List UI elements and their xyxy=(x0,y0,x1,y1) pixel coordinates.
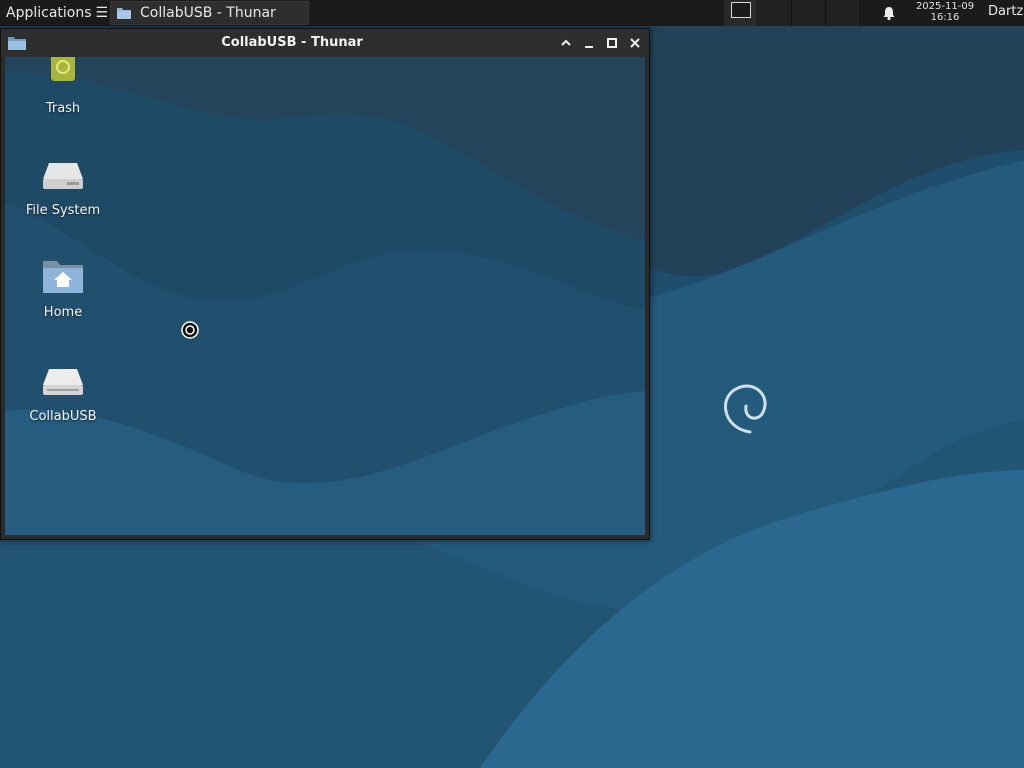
desktop-item-label: File System xyxy=(25,203,101,218)
workspace-4[interactable] xyxy=(826,0,860,26)
usb-drive-icon xyxy=(43,369,83,395)
minimize-icon xyxy=(585,46,593,48)
workspace-switcher[interactable] xyxy=(724,0,868,26)
menu-glyph-icon: ☰ xyxy=(95,5,109,21)
trash-icon xyxy=(51,57,75,81)
desktop-item-collabusb[interactable]: CollabUSB xyxy=(8,357,118,424)
clock[interactable]: 2025-11-09 16:16 xyxy=(906,1,984,25)
window-content[interactable]: Trash File System Home CollabUSB xyxy=(5,57,645,535)
maximize-icon xyxy=(607,38,617,48)
applications-menu-button[interactable]: Applications ☰ xyxy=(0,0,108,26)
workspace-2[interactable] xyxy=(758,0,792,26)
desktop-item-label: Trash xyxy=(45,101,81,116)
desktop-item-file-system[interactable]: File System xyxy=(8,151,118,218)
clock-date: 2025-11-09 xyxy=(915,1,975,12)
top-panel: Applications ☰ CollabUSB - Thunar 2025-1… xyxy=(0,0,1024,26)
close-icon xyxy=(630,38,640,48)
window-titlebar[interactable]: CollabUSB - Thunar xyxy=(1,29,649,57)
desktop-item-label: Home xyxy=(43,305,83,320)
taskbar-item-label: CollabUSB - Thunar xyxy=(140,5,276,21)
close-button[interactable] xyxy=(627,35,643,51)
desktop-item-trash[interactable]: Trash xyxy=(8,57,118,116)
home-folder-icon xyxy=(43,261,83,293)
desktop-item-label: CollabUSB xyxy=(29,409,97,424)
workspace-1[interactable] xyxy=(724,0,758,26)
window-title: CollabUSB - Thunar xyxy=(221,35,363,50)
chevron-up-icon xyxy=(561,39,571,46)
shade-button[interactable] xyxy=(558,35,574,51)
folder-icon xyxy=(117,8,131,19)
thunar-window: CollabUSB - Thunar Trash File System Hom… xyxy=(0,28,650,540)
maximize-button[interactable] xyxy=(604,35,620,51)
minimize-button[interactable] xyxy=(581,35,597,51)
user-menu[interactable]: Dartz xyxy=(988,4,1023,19)
clock-time: 16:16 xyxy=(930,12,960,23)
desktop-item-home[interactable]: Home xyxy=(8,253,118,320)
drive-icon xyxy=(43,163,83,189)
applications-label: Applications xyxy=(6,5,92,21)
notification-bell-icon[interactable] xyxy=(881,5,897,21)
taskbar-item-thunar[interactable]: CollabUSB - Thunar xyxy=(110,1,309,25)
busy-cursor-icon xyxy=(181,321,199,339)
workspace-3[interactable] xyxy=(792,0,826,26)
